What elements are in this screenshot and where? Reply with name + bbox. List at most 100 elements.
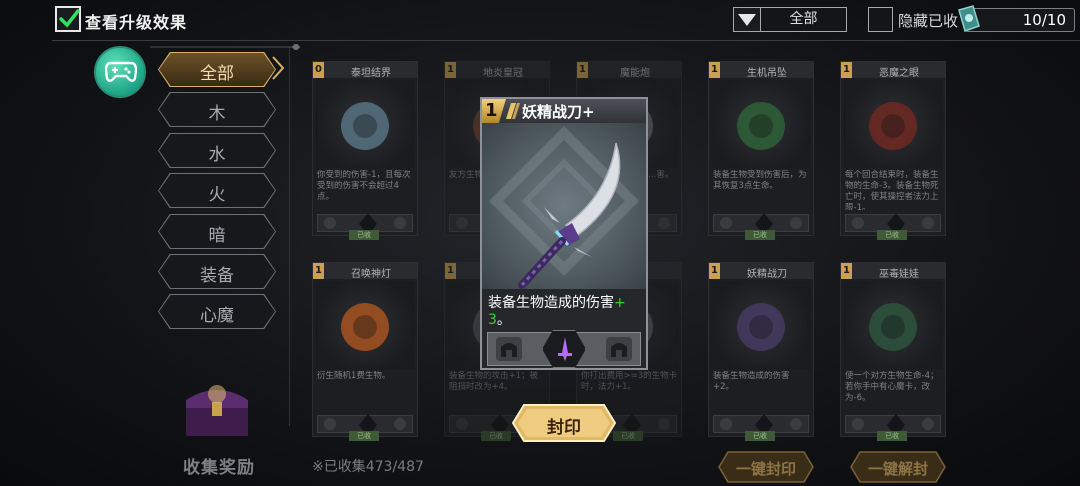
card-name: 魔能炮 [620, 68, 650, 79]
filter-dropdown-toggle[interactable] [733, 7, 761, 32]
collection-card[interactable]: 0 泰坦结界 你受到的伤害-1，且每次受到的伤害不会超过4点。 已收 [312, 61, 418, 240]
card-name: 恶魔之眼 [879, 68, 919, 79]
popup-desc-end: 。 [496, 312, 511, 328]
card-art-icon [341, 303, 389, 351]
card-cost: 1 [841, 62, 852, 78]
card-status-tag: 已收 [481, 431, 511, 441]
card-cost: 0 [313, 62, 324, 78]
card-status-tag: 已收 [745, 431, 775, 441]
helmet-slot-right [606, 337, 632, 361]
dagger-slot [542, 330, 586, 368]
category-tab-heart-demon[interactable]: 心魔 [158, 294, 276, 329]
upgrade-effect-checkbox[interactable] [55, 6, 81, 32]
upgrade-effect-label: 查看升级效果 [85, 13, 188, 32]
card-artwork [482, 123, 646, 289]
collection-reward-label: 收集奖励 [183, 458, 255, 478]
popup-description: 装备生物造成的伤害+ 3。 [488, 295, 644, 329]
category-tab-label: 装备 [200, 266, 234, 286]
gamepad-icon [105, 61, 137, 82]
helmet-slot-left [496, 337, 522, 361]
category-tab-all[interactable]: 全部 [158, 52, 276, 87]
seal-button-label: 封印 [547, 418, 581, 438]
rune-slot-bar [487, 330, 641, 368]
helmet-icon [394, 217, 406, 229]
helmet-icon [456, 217, 468, 229]
treasure-chest-icon[interactable] [172, 378, 262, 440]
card-name: 地炎皇冠 [483, 68, 523, 79]
collection-card[interactable]: 1 生机吊坠 装备生物受到伤害后，为其恢复3点生命。 已收 [708, 61, 814, 240]
card-art [843, 281, 943, 369]
card-art [843, 80, 943, 168]
card-pack-icon [958, 5, 980, 32]
helmet-icon [658, 418, 670, 430]
card-status-tag: 已收 [349, 431, 379, 441]
card-art [315, 281, 415, 369]
card-art-icon [737, 303, 785, 351]
cost-stripe-icon [506, 103, 520, 119]
seal-all-button[interactable]: 一键封印 [718, 451, 814, 483]
card-art-icon [869, 102, 917, 150]
helmet-icon [922, 217, 934, 229]
unseal-all-label: 一键解封 [867, 460, 928, 478]
helmet-icon [720, 217, 732, 229]
card-status-tag: 已收 [349, 230, 379, 240]
seal-all-label: 一键封印 [735, 460, 796, 478]
top-divider [52, 40, 1080, 41]
card-description: 使一个对方生物生命-4；若你手中有心魔卡，改为-6。 [845, 371, 939, 403]
helmet-icon [324, 217, 336, 229]
card-cost: 1 [445, 62, 456, 78]
card-art [315, 80, 415, 168]
card-description: 你受到的伤害-1，且每次受到的伤害不会超过4点。 [317, 170, 411, 202]
seal-button[interactable]: 封印 [512, 404, 616, 442]
card-cost: 1 [709, 263, 720, 279]
card-cost: 1 [313, 263, 324, 279]
card-status-tag: 已收 [877, 230, 907, 240]
category-tab-fire[interactable]: 火 [158, 173, 276, 208]
fairy-blade-icon [488, 125, 640, 289]
card-cost: 1 [445, 263, 456, 279]
card-description: 每个回合结束时，装备生物的生命-3。装备生物死亡时，使其操控者法力上限-1。 [845, 170, 939, 210]
card-counter-value: 10/10 [1022, 11, 1066, 29]
helmet-icon [790, 217, 802, 229]
card-name: 生机吊坠 [747, 68, 787, 79]
unseal-all-button[interactable]: 一键解封 [850, 451, 946, 483]
card-status-tag: 已收 [877, 431, 907, 441]
chevron-right-icon [272, 56, 284, 80]
popup-desc-plus: + [614, 295, 626, 311]
filter-value: 全部 [789, 11, 818, 27]
collected-count: ※已收集473/487 [312, 459, 424, 475]
card-description: 衍生随机1费生物。 [317, 371, 391, 381]
triangle-down-icon [738, 14, 756, 26]
helmet-icon [852, 418, 864, 430]
collection-card[interactable]: 1 召唤神灯衍生随机1费生物。已收 [312, 262, 418, 441]
category-tab-label: 全部 [200, 64, 234, 84]
popup-desc-value: 3 [488, 312, 497, 328]
filter-select[interactable]: 全部 [760, 7, 847, 32]
category-tab-dark[interactable]: 暗 [158, 214, 276, 249]
category-tab-label: 心魔 [200, 306, 234, 326]
category-tab-equipment[interactable]: 装备 [158, 254, 276, 289]
helmet-icon [611, 343, 627, 357]
popup-desc-text: 装备生物造成的伤害 [488, 295, 614, 311]
card-description: 装备生物造成的伤害+2。 [713, 371, 790, 392]
category-tab-label: 火 [208, 185, 226, 205]
hide-collected-checkbox[interactable] [868, 7, 893, 32]
category-tab-wood[interactable]: 木 [158, 92, 276, 127]
category-tab-label: 水 [208, 145, 226, 165]
collection-card[interactable]: 1 妖精战刀 装备生物造成的伤害+2。 已收 [708, 262, 814, 441]
card-description: 装备生物受到伤害后，为其恢复3点生命。 [713, 170, 807, 191]
collection-card[interactable]: 1 恶魔之眼每个回合结束时，装备生物的生命-3。装备生物死亡时，使其操控者法力上限… [840, 61, 946, 240]
dagger-icon [558, 337, 572, 361]
helmet-icon [658, 217, 670, 229]
card-name: 巫毒娃娃 [879, 269, 919, 280]
card-status-tag: 已收 [613, 431, 643, 441]
collection-card[interactable]: 1 巫毒娃娃 使一个对方生物生命-4；若你手中有心魔卡，改为-6。 已收 [840, 262, 946, 441]
card-detail-popup: 1 妖精战刀+ 装备生物造成的伤害+ 3。 [480, 97, 648, 370]
helmet-icon [394, 418, 406, 430]
helmet-icon [501, 343, 517, 357]
gamepad-button[interactable] [94, 46, 146, 98]
card-art-icon [737, 102, 785, 150]
category-tab-label: 暗 [208, 226, 226, 246]
category-tab-water[interactable]: 水 [158, 133, 276, 168]
card-name: 召唤神灯 [351, 269, 391, 280]
